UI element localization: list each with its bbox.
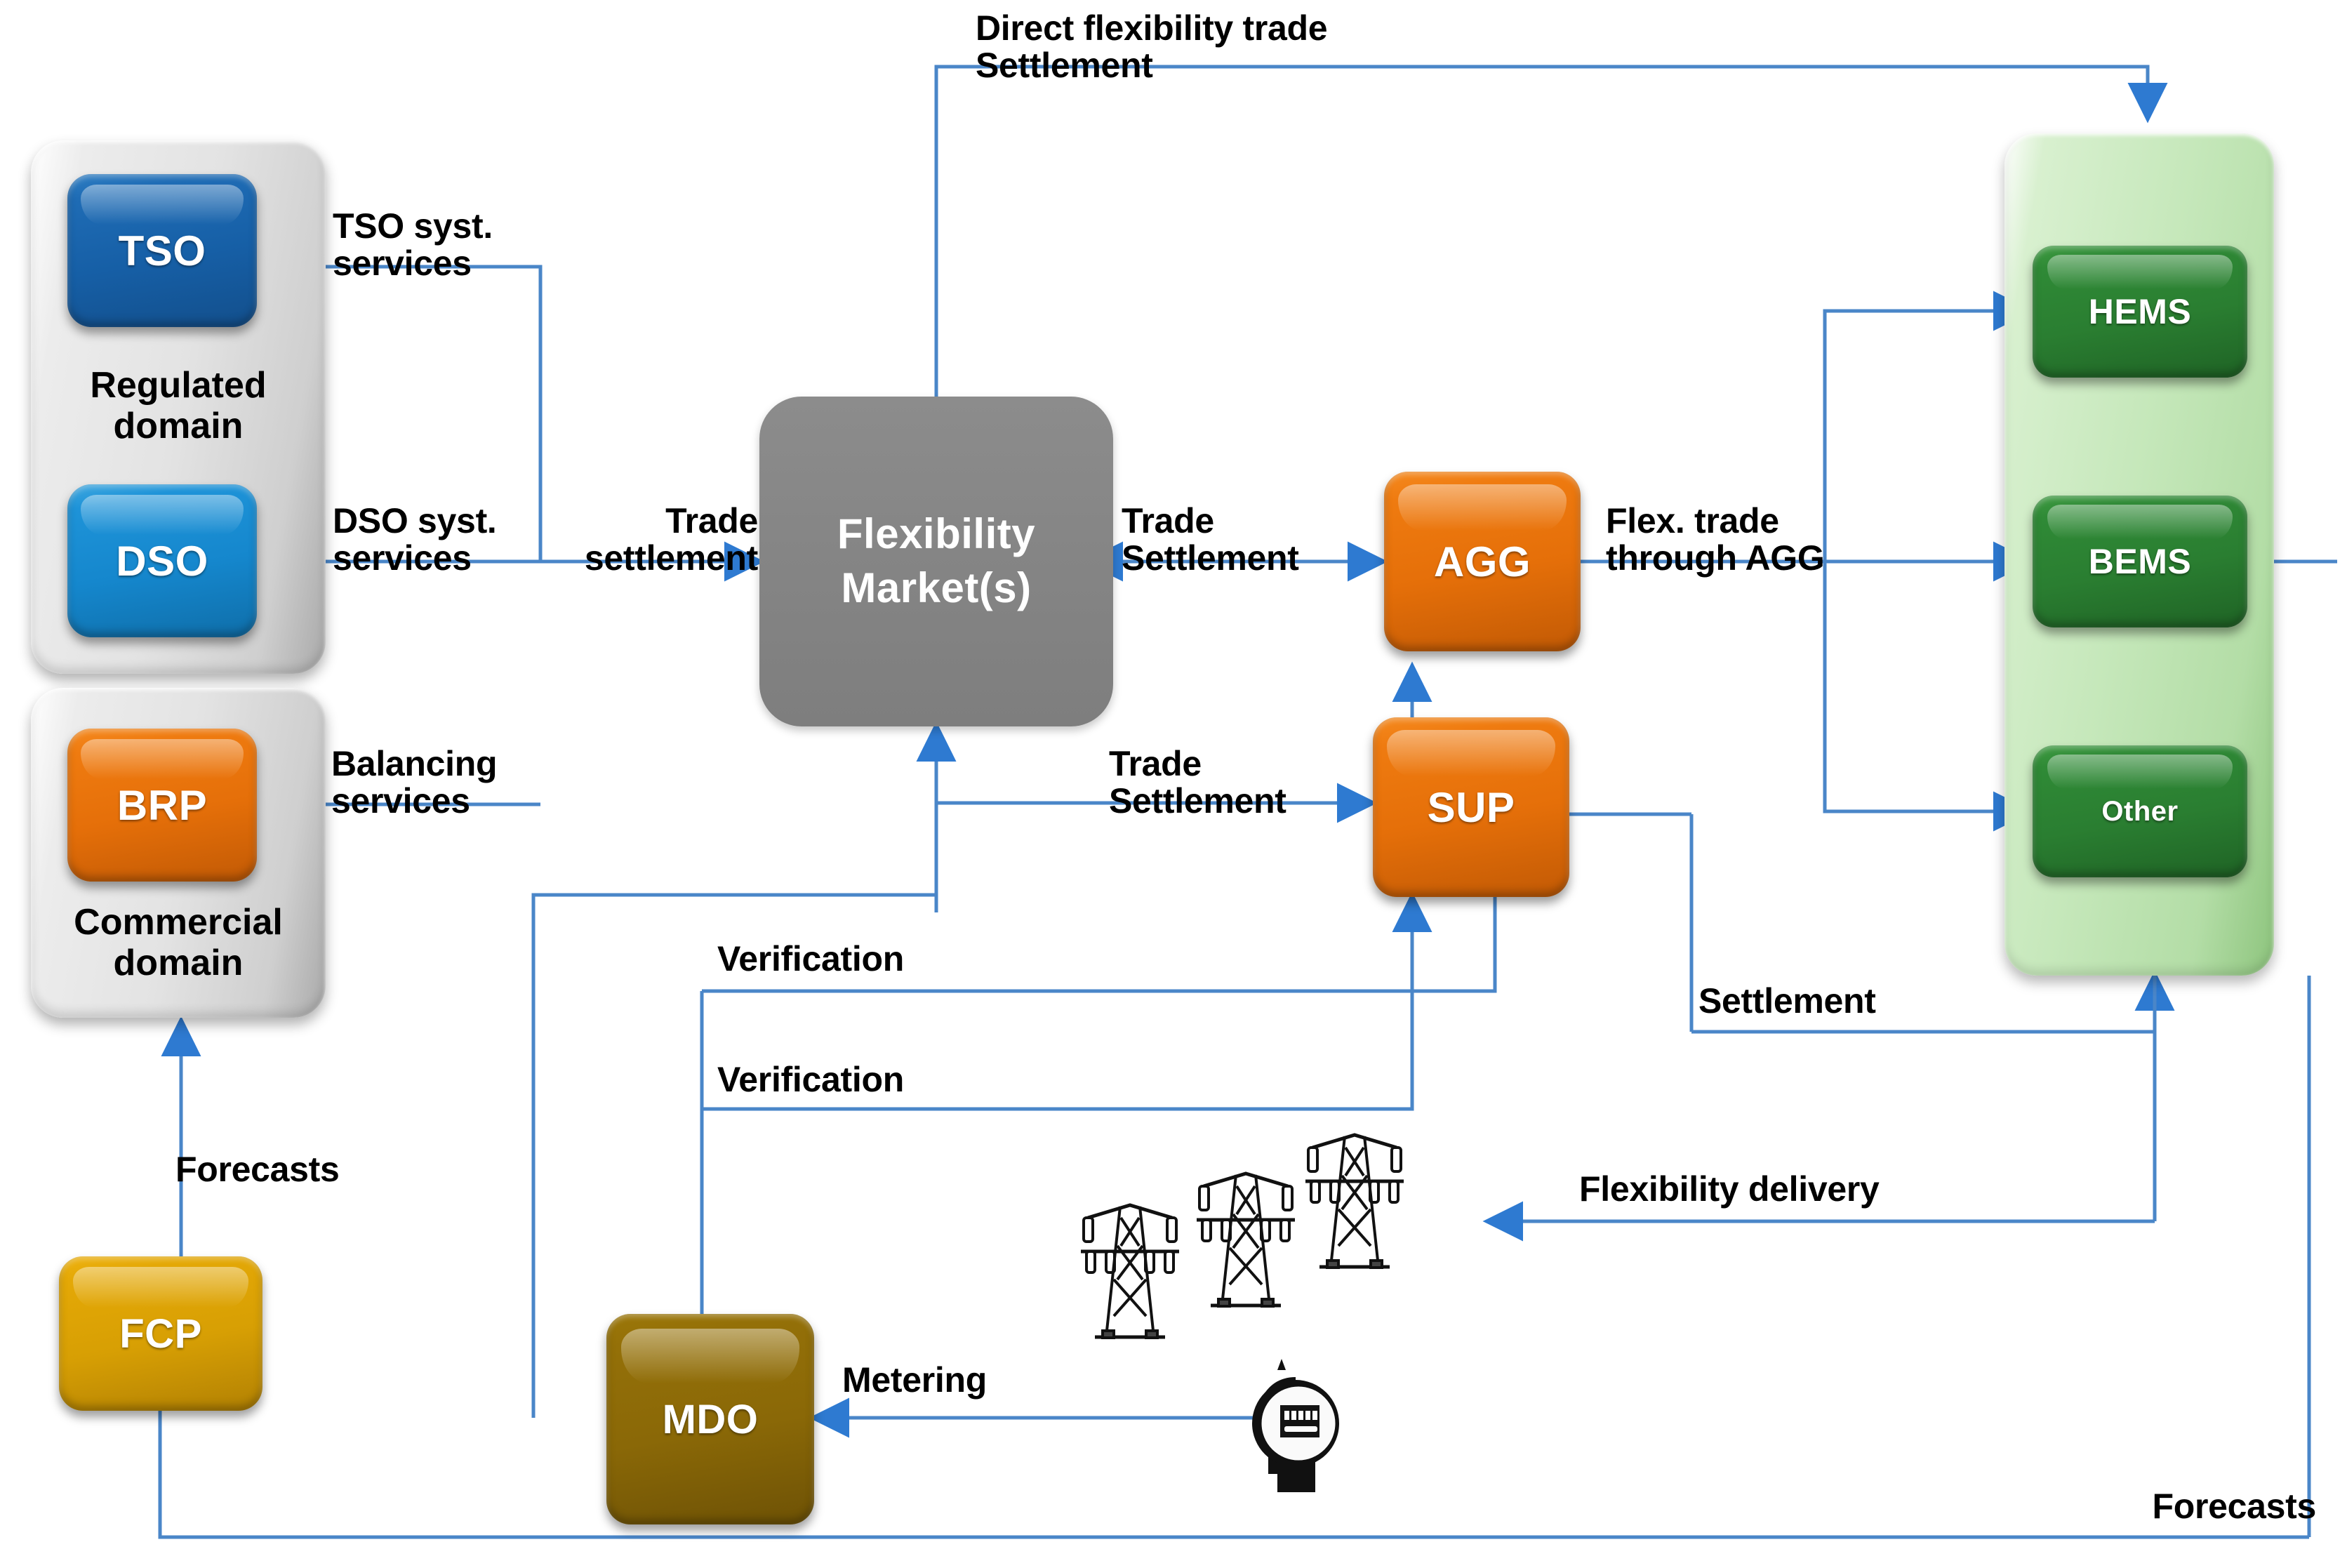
gloss-highlight xyxy=(2047,505,2233,540)
edge-label-verification-2: Verification xyxy=(717,1060,904,1099)
edge-label-trade-settlement-market: Trade settlement xyxy=(584,501,758,578)
transmission-tower-icon xyxy=(1081,1133,1404,1339)
edge-label-metering: Metering xyxy=(842,1360,987,1400)
node-bems[interactable]: BEMS xyxy=(2033,496,2247,627)
edge-label-balancing-services: Balancing services xyxy=(331,744,498,820)
edge-label-tso-services: TSO syst. services xyxy=(333,206,493,283)
node-hems-label: HEMS xyxy=(2088,292,2192,331)
gloss-highlight xyxy=(80,739,244,779)
node-other-label: Other xyxy=(2101,795,2179,827)
node-market-label: Flexibility Market(s) xyxy=(837,510,1036,611)
gloss-highlight xyxy=(2047,255,2233,290)
node-sup-label: SUP xyxy=(1427,783,1515,831)
node-brp-label: BRP xyxy=(117,781,208,829)
regulated-domain-caption: Regulated domain xyxy=(90,365,267,447)
edge-label-direct-flexibility-trade: Direct flexibility trade Settlement xyxy=(976,8,1328,85)
node-dso-label: DSO xyxy=(116,537,208,585)
edge-label-flex-trade-through-agg: Flex. trade through AGG xyxy=(1606,501,1825,578)
commercial-domain-caption: Commercial domain xyxy=(74,902,283,984)
node-flexibility-market[interactable]: Flexibility Market(s) xyxy=(759,397,1113,726)
gloss-highlight xyxy=(2047,755,2233,790)
node-agg[interactable]: AGG xyxy=(1384,472,1581,651)
edge-label-settlement-right: Settlement xyxy=(1698,981,1876,1021)
edge-label-flexibility-delivery: Flexibility delivery xyxy=(1579,1169,1880,1209)
edge-label-verification-1: Verification xyxy=(717,939,904,978)
edge-label-trade-settlement-agg: Trade Settlement xyxy=(1122,501,1299,578)
node-bems-label: BEMS xyxy=(2088,542,2192,581)
node-hems[interactable]: HEMS xyxy=(2033,246,2247,378)
node-dso[interactable]: DSO xyxy=(67,484,257,637)
node-tso-label: TSO xyxy=(118,227,206,274)
gloss-highlight xyxy=(620,1329,800,1383)
node-fcp[interactable]: FCP xyxy=(59,1256,262,1411)
edge-label-forecasts-bottom: Forecasts xyxy=(2152,1487,2316,1526)
node-sup[interactable]: SUP xyxy=(1373,717,1569,897)
node-tso[interactable]: TSO xyxy=(67,174,257,327)
gloss-highlight xyxy=(80,185,244,225)
gloss-highlight xyxy=(1397,484,1567,531)
node-fcp-label: FCP xyxy=(119,1310,202,1357)
diagram-canvas: TSO Regulated domain DSO BRP Commercial … xyxy=(0,0,2347,1568)
gloss-highlight xyxy=(80,495,244,535)
node-mdo[interactable]: MDO xyxy=(606,1314,814,1524)
gloss-highlight xyxy=(73,1267,248,1308)
gloss-highlight xyxy=(1386,729,1556,777)
electricity-meter-icon xyxy=(1252,1359,1339,1492)
edge-label-forecasts-left: Forecasts xyxy=(175,1150,340,1189)
node-agg-label: AGG xyxy=(1433,538,1531,585)
node-other[interactable]: Other xyxy=(2033,745,2247,877)
edge-label-trade-settlement-sup: Trade Settlement xyxy=(1109,744,1286,820)
node-mdo-label: MDO xyxy=(662,1396,759,1442)
node-brp[interactable]: BRP xyxy=(67,729,257,882)
